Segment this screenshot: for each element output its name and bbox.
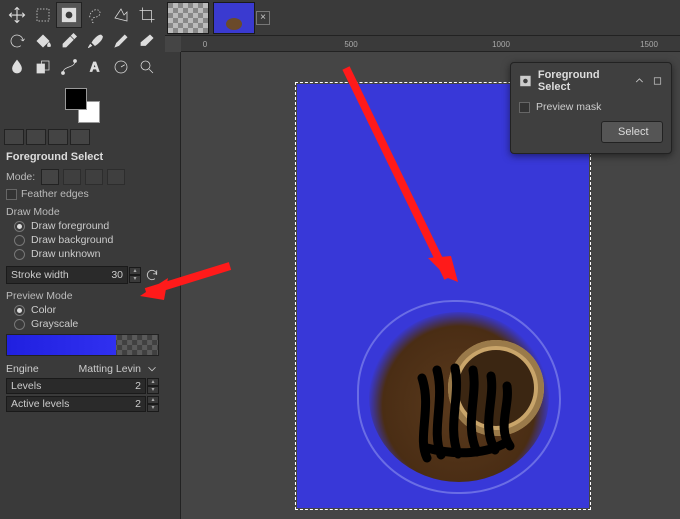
fuzzy-select-tool[interactable] <box>108 2 134 28</box>
eyedropper-tool[interactable] <box>56 28 82 54</box>
draw-mode-label: Draw Mode <box>6 206 159 218</box>
subject-coffee-beans <box>369 312 549 482</box>
draw-unknown-radio[interactable]: Draw unknown <box>14 248 159 260</box>
rotate-tool[interactable] <box>4 28 30 54</box>
paintbrush-tool[interactable] <box>82 28 108 54</box>
feather-label: Feather edges <box>21 188 89 200</box>
close-icon[interactable]: × <box>256 11 270 25</box>
preview-color-swatch[interactable] <box>6 334 159 356</box>
foreground-select-tool[interactable] <box>56 2 82 28</box>
zoom-tool[interactable] <box>134 54 160 80</box>
bucket-fill-tool[interactable] <box>30 28 56 54</box>
mode-row: Mode: <box>6 169 159 185</box>
preview-color-radio[interactable]: Color <box>14 304 159 316</box>
pencil-tool[interactable] <box>108 28 134 54</box>
ruler-horizontal: 0 500 1000 1500 <box>181 36 680 52</box>
engine-row[interactable]: Engine Matting Levin <box>6 362 159 376</box>
mode-intersect-button[interactable] <box>107 169 125 185</box>
foreground-select-icon <box>519 74 532 88</box>
collapse-icon[interactable] <box>633 74 646 88</box>
rectangle-select-tool[interactable] <box>30 2 56 28</box>
image-tabs: × <box>165 0 680 36</box>
levels-field[interactable]: Levels 2 <box>6 378 146 394</box>
free-select-tool[interactable] <box>82 2 108 28</box>
crop-tool[interactable] <box>134 2 160 28</box>
device-status-tab[interactable] <box>26 129 46 145</box>
draw-background-radio[interactable]: Draw background <box>14 234 159 246</box>
option-tabs <box>0 127 165 147</box>
color-swatches[interactable] <box>65 88 100 123</box>
mode-label: Mode: <box>6 171 35 183</box>
foreground-color-swatch[interactable] <box>65 88 87 110</box>
image-tab-1[interactable] <box>167 2 209 34</box>
reset-icon[interactable] <box>145 268 159 282</box>
images-tab[interactable] <box>70 129 90 145</box>
foreground-stroke <box>407 358 527 468</box>
tool-options-panel: Foreground Select Mode: Feather edges Dr… <box>0 147 165 418</box>
active-levels-row: Active levels 2 ▴▾ <box>6 396 159 412</box>
active-levels-spinner[interactable]: ▴▾ <box>147 396 159 412</box>
mode-subtract-button[interactable] <box>85 169 103 185</box>
preview-grayscale-radio[interactable]: Grayscale <box>14 318 159 330</box>
draw-foreground-radio[interactable]: Draw foreground <box>14 220 159 232</box>
close-icon[interactable] <box>652 75 663 87</box>
feather-row[interactable]: Feather edges <box>6 188 159 200</box>
tool-options-title: Foreground Select <box>6 151 159 163</box>
preview-mask-row[interactable]: Preview mask <box>519 101 663 113</box>
levels-row: Levels 2 ▴▾ <box>6 378 159 394</box>
tools-grid: A <box>0 0 165 82</box>
undo-history-tab[interactable] <box>48 129 68 145</box>
text-tool[interactable]: A <box>82 54 108 80</box>
ruler-vertical <box>165 52 181 519</box>
stroke-width-row: Stroke width 30 ▴▾ <box>6 266 159 284</box>
select-button[interactable]: Select <box>601 121 663 143</box>
clone-tool[interactable] <box>30 54 56 80</box>
levels-spinner[interactable]: ▴▾ <box>147 378 159 394</box>
measure-tool[interactable] <box>108 54 134 80</box>
chevron-down-icon <box>145 362 159 376</box>
preview-mask-checkbox[interactable] <box>519 102 530 113</box>
mode-replace-button[interactable] <box>41 169 59 185</box>
stroke-width-spinner[interactable]: ▴▾ <box>129 267 141 283</box>
eraser-tool[interactable] <box>134 28 160 54</box>
foreground-select-dialog[interactable]: Foreground Select Preview mask Select <box>510 62 672 154</box>
stroke-width-field[interactable]: Stroke width 30 <box>6 266 128 284</box>
dialog-title: Foreground Select <box>538 69 627 93</box>
svg-text:A: A <box>90 60 100 75</box>
move-tool[interactable] <box>4 2 30 28</box>
toolbox-panel: A Foreground Select Mode: Feather edges <box>0 0 165 519</box>
preview-mode-label: Preview Mode <box>6 290 159 302</box>
active-levels-field[interactable]: Active levels 2 <box>6 396 146 412</box>
path-tool[interactable] <box>56 54 82 80</box>
image-tab-2[interactable]: × <box>213 2 255 34</box>
tool-options-tab[interactable] <box>4 129 24 145</box>
feather-checkbox[interactable] <box>6 189 17 200</box>
smudge-tool[interactable] <box>4 54 30 80</box>
mode-add-button[interactable] <box>63 169 81 185</box>
